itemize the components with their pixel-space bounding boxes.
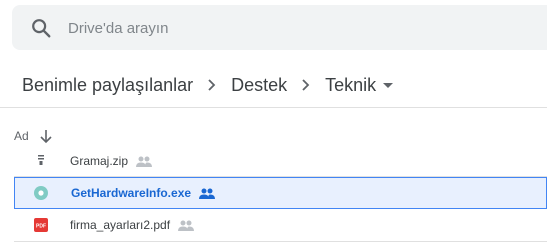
file-row-gethardwareinfo[interactable]: GetHardwareInfo.exe — [14, 177, 547, 209]
file-name: GetHardwareInfo.exe — [71, 186, 216, 200]
sort-arrow-down-icon[interactable] — [39, 128, 53, 144]
svg-text:PDF: PDF — [36, 224, 46, 230]
search-icon[interactable] — [30, 17, 52, 39]
search-bar[interactable] — [12, 5, 547, 50]
header-divider — [0, 107, 547, 108]
breadcrumb-item-destek[interactable]: Destek — [231, 75, 287, 96]
shared-people-icon — [136, 156, 153, 168]
row-divider — [14, 241, 547, 242]
search-input[interactable] — [68, 17, 488, 39]
column-header-label: Ad — [14, 129, 29, 143]
column-header-name[interactable]: Ad — [14, 127, 53, 145]
breadcrumb-item-teknik[interactable]: Teknik — [325, 75, 376, 96]
shared-people-icon — [178, 220, 195, 232]
file-row-gramaj[interactable]: Gramaj.zip — [14, 145, 547, 177]
exe-file-icon — [34, 186, 48, 200]
zip-file-icon — [38, 155, 44, 165]
breadcrumb: Benimle paylaşılanlar Destek Teknik — [22, 72, 394, 98]
file-name: Gramaj.zip — [70, 154, 153, 168]
file-name: firma_ayarları2.pdf — [70, 218, 195, 232]
file-row-firma-ayarlari2[interactable]: PDF firma_ayarları2.pdf — [14, 209, 547, 241]
breadcrumb-item-shared-with-me[interactable]: Benimle paylaşılanlar — [22, 75, 193, 96]
shared-people-icon — [199, 188, 216, 200]
chevron-right-icon — [208, 79, 216, 91]
pdf-file-icon: PDF — [34, 218, 48, 232]
chevron-right-icon — [302, 79, 310, 91]
dropdown-arrow-icon[interactable] — [382, 79, 394, 91]
